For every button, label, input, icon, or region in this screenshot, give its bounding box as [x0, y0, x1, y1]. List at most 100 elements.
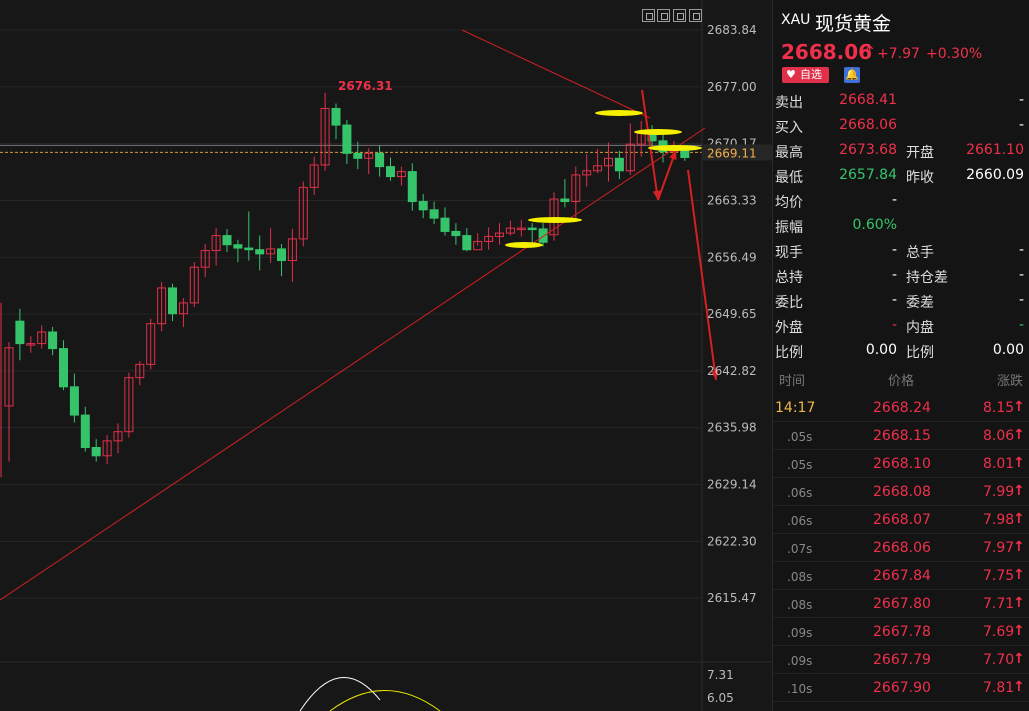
tick-change: 7.97 [983, 540, 1015, 556]
tick-change: 7.81 [983, 680, 1015, 696]
tick-time: .05s [787, 430, 813, 444]
up-arrow-icon: ↑ [1013, 539, 1025, 555]
tick-time: .10s [787, 682, 813, 696]
quote-value: - [1018, 92, 1024, 108]
tick-price: 2668.24 [873, 400, 931, 416]
toolbar-icon-layout[interactable] [657, 9, 670, 22]
symbol-code: XAU [781, 12, 811, 28]
price-axis: 2683.842677.002670.172663.332656.492649.… [702, 23, 772, 705]
tick-row[interactable]: .08s 2667.84 7.75 ↑ [773, 562, 1029, 590]
quote-label: 买入 [775, 120, 803, 136]
tick-price: 2667.78 [873, 624, 931, 640]
quote-row: 买入 2668.06 - [773, 113, 1029, 138]
tick-time: .08s [787, 570, 813, 584]
trend-line [0, 127, 706, 601]
quote-label: 外盘 [775, 320, 803, 336]
quote-row: 均价 - [773, 188, 1029, 213]
axis-tick-label: 2615.47 [707, 591, 757, 605]
up-arrow-icon: ↑ [1013, 455, 1025, 471]
tick-change: 7.99 [983, 484, 1015, 500]
quote-panel: XAU 现货黄金 2668.06 ↑ +7.97 +0.30% ♥ 自选 🔔 卖… [772, 0, 1029, 711]
quote-label: 总持 [775, 270, 803, 286]
candle-body [440, 217, 450, 232]
quote-label: 卖出 [775, 95, 803, 111]
tick-header-change: 涨跌 [997, 374, 1024, 389]
quote-row: 比例 0.00 比例 0.00 [773, 338, 1029, 363]
candle-body [277, 248, 286, 262]
candle-body [560, 198, 570, 203]
quote-row: 现手 - 总手 - [773, 238, 1029, 263]
tick-time: .05s [787, 458, 813, 472]
indicator-curve [329, 690, 441, 711]
trend-line [461, 29, 651, 119]
quote-label: 振幅 [775, 220, 803, 236]
candle-body [69, 386, 79, 416]
favorite-label: 自选 [800, 68, 822, 81]
candle-body [462, 235, 472, 251]
tick-price: 2667.80 [873, 596, 931, 612]
tick-price: 2668.10 [873, 456, 931, 472]
quote-value: 2668.41 [839, 92, 897, 108]
candle-body [168, 287, 177, 315]
toolbar-icon-fullscreen[interactable] [689, 9, 702, 22]
axis-tick-label: 2683.84 [707, 23, 757, 37]
quote-value: - [1018, 242, 1024, 258]
up-arrow-icon: ↑ [1013, 595, 1025, 611]
tick-row[interactable]: .09s 2667.78 7.69 ↑ [773, 618, 1029, 646]
toolbar-icon-indicator[interactable] [673, 9, 686, 22]
quote-label: 比例 [906, 345, 934, 361]
toolbar-icon-grid[interactable] [642, 9, 655, 22]
candle-body [59, 348, 68, 388]
candle-body [375, 152, 385, 168]
tick-price: 2667.84 [873, 568, 931, 584]
quote-value: 2673.68 [839, 142, 897, 158]
tick-row[interactable]: 14:17 2668.24 8.15 ↑ [773, 394, 1029, 422]
marker-ellipse [634, 129, 682, 135]
current-price-label: 2669.11 [707, 146, 757, 160]
tick-time: 14:17 [775, 400, 816, 416]
indicator-tick-label: 7.31 [707, 668, 734, 682]
price-chart-svg[interactable]: 2676.31 2683.842677.002670.172663.332656… [0, 0, 772, 711]
quote-value: - [891, 192, 897, 208]
tick-time: .09s [787, 654, 813, 668]
tick-time: .06s [787, 514, 813, 528]
tick-time: .06s [787, 486, 813, 500]
candle-body [538, 228, 548, 243]
indicator-curve [299, 676, 381, 711]
candles [0, 92, 690, 478]
candle-body [353, 152, 363, 159]
up-arrow-icon: ↑ [1013, 567, 1025, 583]
quote-label: 昨收 [906, 170, 934, 186]
candlestick-chart[interactable]: 2676.31 2683.84 2677.00 2670.17 2663.33 2656… [0, 0, 772, 711]
tick-price: 2668.15 [873, 428, 931, 444]
candle-body [418, 201, 428, 211]
tick-row[interactable]: .08s 2667.80 7.71 ↑ [773, 590, 1029, 618]
price-change-percent: +0.30% [926, 46, 983, 62]
quote-value: 2668.06 [839, 117, 897, 133]
alert-bell-button[interactable]: 🔔 [844, 67, 860, 83]
quote-label: 开盘 [906, 145, 934, 161]
tick-row[interactable]: .07s 2668.06 7.97 ↑ [773, 534, 1029, 562]
quote-value: - [1018, 292, 1024, 308]
tick-change: 7.70 [983, 652, 1015, 668]
axis-tick-label: 2663.33 [707, 193, 757, 207]
last-price: 2668.06 [781, 40, 873, 64]
tick-row[interactable]: .05s 2668.15 8.06 ↑ [773, 422, 1029, 450]
tick-row[interactable]: .09s 2667.79 7.70 ↑ [773, 646, 1029, 674]
tick-row[interactable]: .06s 2668.07 7.98 ↑ [773, 506, 1029, 534]
quote-label: 委差 [906, 295, 934, 311]
tick-row[interactable]: .10s 2667.90 7.81 ↑ [773, 674, 1029, 702]
up-arrow-icon: ↑ [863, 42, 877, 61]
add-favorite-button[interactable]: ♥ 自选 [782, 67, 829, 83]
marker-ellipse [528, 217, 582, 223]
quote-label: 现手 [775, 245, 803, 261]
candle-body [614, 157, 624, 172]
quote-value: 2661.10 [966, 142, 1024, 158]
up-arrow-icon: ↑ [1013, 399, 1025, 415]
axis-tick-label: 2635.98 [707, 421, 757, 435]
up-arrow-icon: ↑ [1013, 427, 1025, 443]
tick-row[interactable]: .06s 2668.08 7.99 ↑ [773, 478, 1029, 506]
axis-tick-label: 2622.30 [707, 534, 757, 548]
marker-ellipse [648, 145, 702, 151]
tick-row[interactable]: .05s 2668.10 8.01 ↑ [773, 450, 1029, 478]
